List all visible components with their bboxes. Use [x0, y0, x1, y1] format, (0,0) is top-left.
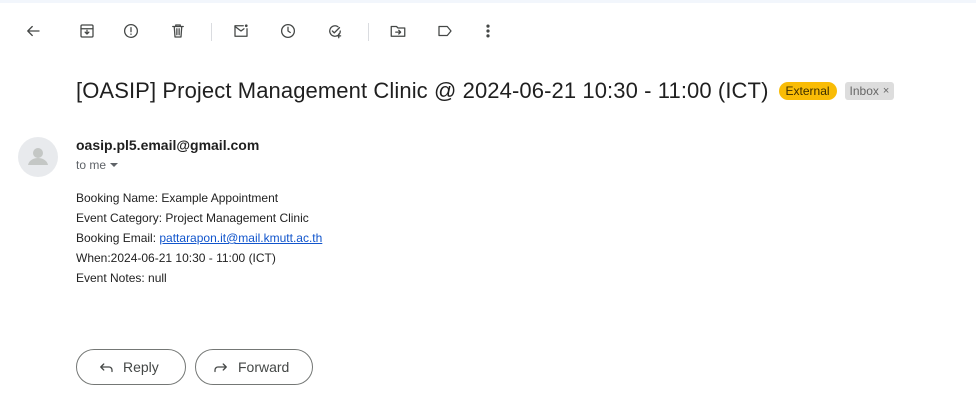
booking-email-label: Booking Email:	[76, 231, 160, 245]
top-divider	[0, 0, 976, 3]
body-line-when: When:2024-06-21 10:30 - 11:00 (ICT)	[76, 251, 276, 265]
inbox-label-text: Inbox	[849, 84, 879, 98]
body-line-booking-email: Booking Email: pattarapon.it@mail.kmutt.…	[76, 228, 322, 248]
remove-label-icon[interactable]: ×	[883, 84, 889, 98]
forward-icon	[214, 363, 227, 373]
person-icon	[28, 148, 48, 165]
body-line-event-category: Event Category: Project Management Clini…	[76, 211, 309, 225]
reply-button-label: Reply	[123, 359, 159, 375]
snooze-icon[interactable]	[275, 18, 301, 44]
email-subject-row: [OASIP] Project Management Clinic @ 2024…	[76, 76, 895, 106]
move-to-icon[interactable]	[385, 18, 411, 44]
body-line-booking-name: Booking Name: Example Appointment	[76, 191, 279, 205]
reply-icon	[100, 363, 113, 373]
delete-icon[interactable]	[165, 18, 191, 44]
external-label: External	[778, 82, 837, 100]
sender-avatar[interactable]	[18, 137, 58, 177]
label-icon[interactable]	[432, 18, 458, 44]
recipient-details[interactable]: to me	[76, 158, 119, 172]
report-spam-icon[interactable]	[118, 18, 144, 44]
body-line-notes: Event Notes: null	[76, 271, 167, 285]
forward-button-label: Forward	[238, 359, 290, 375]
recipient-text: to me	[76, 158, 107, 172]
email-subject: [OASIP] Project Management Clinic @ 2024…	[76, 78, 769, 103]
email-body: Booking Name: Example Appointment Event …	[76, 188, 322, 288]
reply-button[interactable]: Reply	[76, 349, 186, 385]
archive-icon[interactable]	[74, 18, 100, 44]
toolbar-separator	[211, 23, 212, 41]
add-to-tasks-icon[interactable]	[322, 18, 348, 44]
more-options-icon[interactable]	[475, 18, 501, 44]
inbox-label: Inbox ×	[844, 82, 895, 100]
message-toolbar	[0, 14, 976, 50]
mark-unread-icon[interactable]	[228, 18, 254, 44]
forward-button[interactable]: Forward	[195, 349, 313, 385]
booking-email-link[interactable]: pattarapon.it@mail.kmutt.ac.th	[159, 231, 322, 245]
sender-email[interactable]: oasip.pl5.email@gmail.com	[76, 137, 259, 153]
chevron-down-icon[interactable]	[110, 163, 119, 167]
back-arrow-icon[interactable]	[20, 18, 46, 44]
toolbar-separator	[368, 23, 369, 41]
